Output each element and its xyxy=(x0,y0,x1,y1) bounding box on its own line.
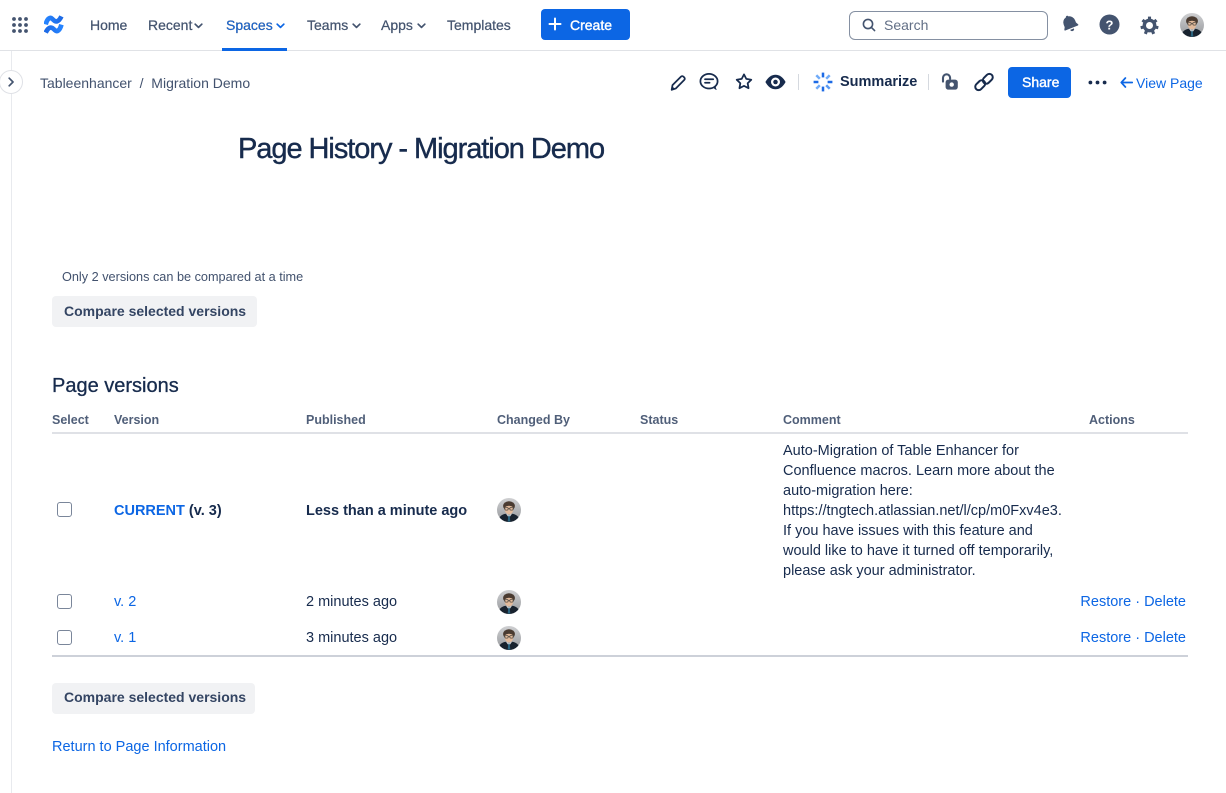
svg-text:?: ? xyxy=(1106,17,1114,32)
